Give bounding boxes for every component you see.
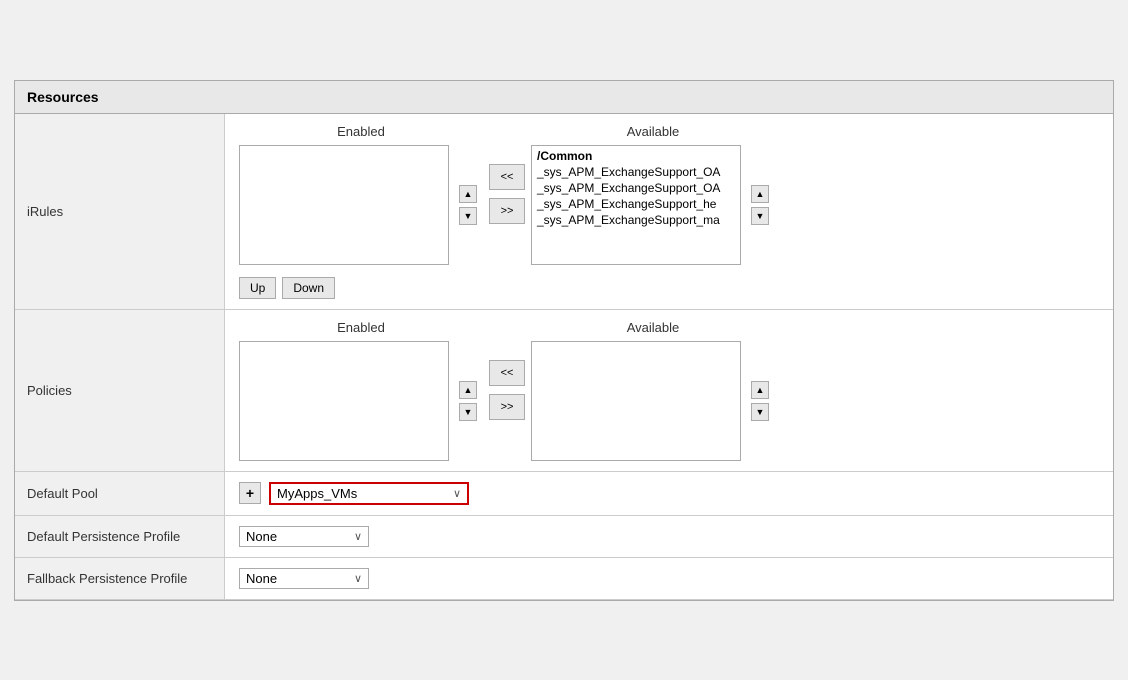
- fallback-persistence-content: None ∨: [225, 558, 1113, 599]
- irules-available-listbox[interactable]: /Common _sys_APM_ExchangeSupport_OA _sys…: [531, 145, 741, 265]
- default-persistence-content: None ∨: [225, 516, 1113, 557]
- irules-available-section: Available /Common _sys_APM_ExchangeSuppo…: [531, 124, 775, 265]
- default-pool-add-button[interactable]: +: [239, 482, 261, 504]
- default-pool-label: Default Pool: [15, 472, 225, 515]
- policies-enabled-section: Enabled ▲ ▼: [239, 320, 483, 461]
- default-persistence-dropdown[interactable]: None ∨: [239, 526, 369, 547]
- default-persistence-label: Default Persistence Profile: [15, 516, 225, 557]
- irules-available-item-2[interactable]: _sys_APM_ExchangeSupport_OA: [534, 180, 738, 196]
- irules-row: iRules Enabled ▲ ▼: [15, 114, 1113, 310]
- irules-available-item-3[interactable]: _sys_APM_ExchangeSupport_he: [534, 196, 738, 212]
- policies-enabled-listbox[interactable]: [239, 341, 449, 461]
- irules-available-item-4[interactable]: _sys_APM_ExchangeSupport_ma: [534, 212, 738, 228]
- policies-available-listbox[interactable]: [531, 341, 741, 461]
- default-pool-content: + MyApps_VMs ∨: [225, 472, 1113, 515]
- default-pool-arrow: ∨: [453, 487, 461, 500]
- irules-enabled-label: Enabled: [239, 124, 483, 139]
- irules-enabled-scroll-down[interactable]: ▼: [459, 207, 477, 225]
- default-persistence-value: None: [246, 529, 350, 544]
- policies-transfer-buttons: << >>: [489, 360, 525, 420]
- irules-updown-buttons: Up Down: [239, 277, 1099, 299]
- policies-row: Policies Enabled ▲ ▼: [15, 310, 1113, 472]
- policies-enabled-scroll-down[interactable]: ▼: [459, 403, 477, 421]
- irules-enabled-scroll: ▲ ▼: [459, 185, 477, 225]
- fallback-persistence-label: Fallback Persistence Profile: [15, 558, 225, 599]
- irules-transfer-buttons: << >>: [489, 164, 525, 224]
- default-pool-dropdown[interactable]: MyApps_VMs ∨: [269, 482, 469, 505]
- irules-transfer-left[interactable]: <<: [489, 164, 525, 190]
- resources-panel: Resources iRules Enabled ▲ ▼: [14, 80, 1114, 601]
- policies-enabled-scroll-up[interactable]: ▲: [459, 381, 477, 399]
- irules-up-button[interactable]: Up: [239, 277, 276, 299]
- default-persistence-arrow: ∨: [354, 530, 362, 543]
- irules-down-button[interactable]: Down: [282, 277, 335, 299]
- irules-enabled-listbox[interactable]: [239, 145, 449, 265]
- default-pool-row: Default Pool + MyApps_VMs ∨: [15, 472, 1113, 516]
- irules-enabled-scroll-up[interactable]: ▲: [459, 185, 477, 203]
- policies-available-label: Available: [531, 320, 775, 335]
- policies-available-section: Available ▲ ▼: [531, 320, 775, 461]
- policies-content: Enabled ▲ ▼ << >>: [225, 310, 1113, 471]
- irules-available-scroll-up[interactable]: ▲: [751, 185, 769, 203]
- default-persistence-row: Default Persistence Profile None ∨: [15, 516, 1113, 558]
- policies-enabled-scroll: ▲ ▼: [459, 381, 477, 421]
- policies-transfer-right[interactable]: >>: [489, 394, 525, 420]
- irules-available-label: Available: [531, 124, 775, 139]
- policies-available-scroll-up[interactable]: ▲: [751, 381, 769, 399]
- fallback-persistence-dropdown[interactable]: None ∨: [239, 568, 369, 589]
- panel-title: Resources: [15, 81, 1113, 114]
- fallback-persistence-row: Fallback Persistence Profile None ∨: [15, 558, 1113, 600]
- irules-available-scroll-down[interactable]: ▼: [751, 207, 769, 225]
- irules-enabled-section: Enabled ▲ ▼: [239, 124, 483, 265]
- fallback-persistence-value: None: [246, 571, 350, 586]
- default-pool-value: MyApps_VMs: [277, 486, 449, 501]
- irules-transfer-right[interactable]: >>: [489, 198, 525, 224]
- policies-transfer-left[interactable]: <<: [489, 360, 525, 386]
- irules-content: Enabled ▲ ▼ << >>: [225, 114, 1113, 309]
- irules-label: iRules: [15, 114, 225, 309]
- policies-enabled-label: Enabled: [239, 320, 483, 335]
- irules-available-item-0[interactable]: /Common: [534, 148, 738, 164]
- irules-available-scroll: ▲ ▼: [751, 185, 769, 225]
- policies-available-scroll: ▲ ▼: [751, 381, 769, 421]
- policies-label: Policies: [15, 310, 225, 471]
- irules-available-item-1[interactable]: _sys_APM_ExchangeSupport_OA: [534, 164, 738, 180]
- fallback-persistence-arrow: ∨: [354, 572, 362, 585]
- policies-available-scroll-down[interactable]: ▼: [751, 403, 769, 421]
